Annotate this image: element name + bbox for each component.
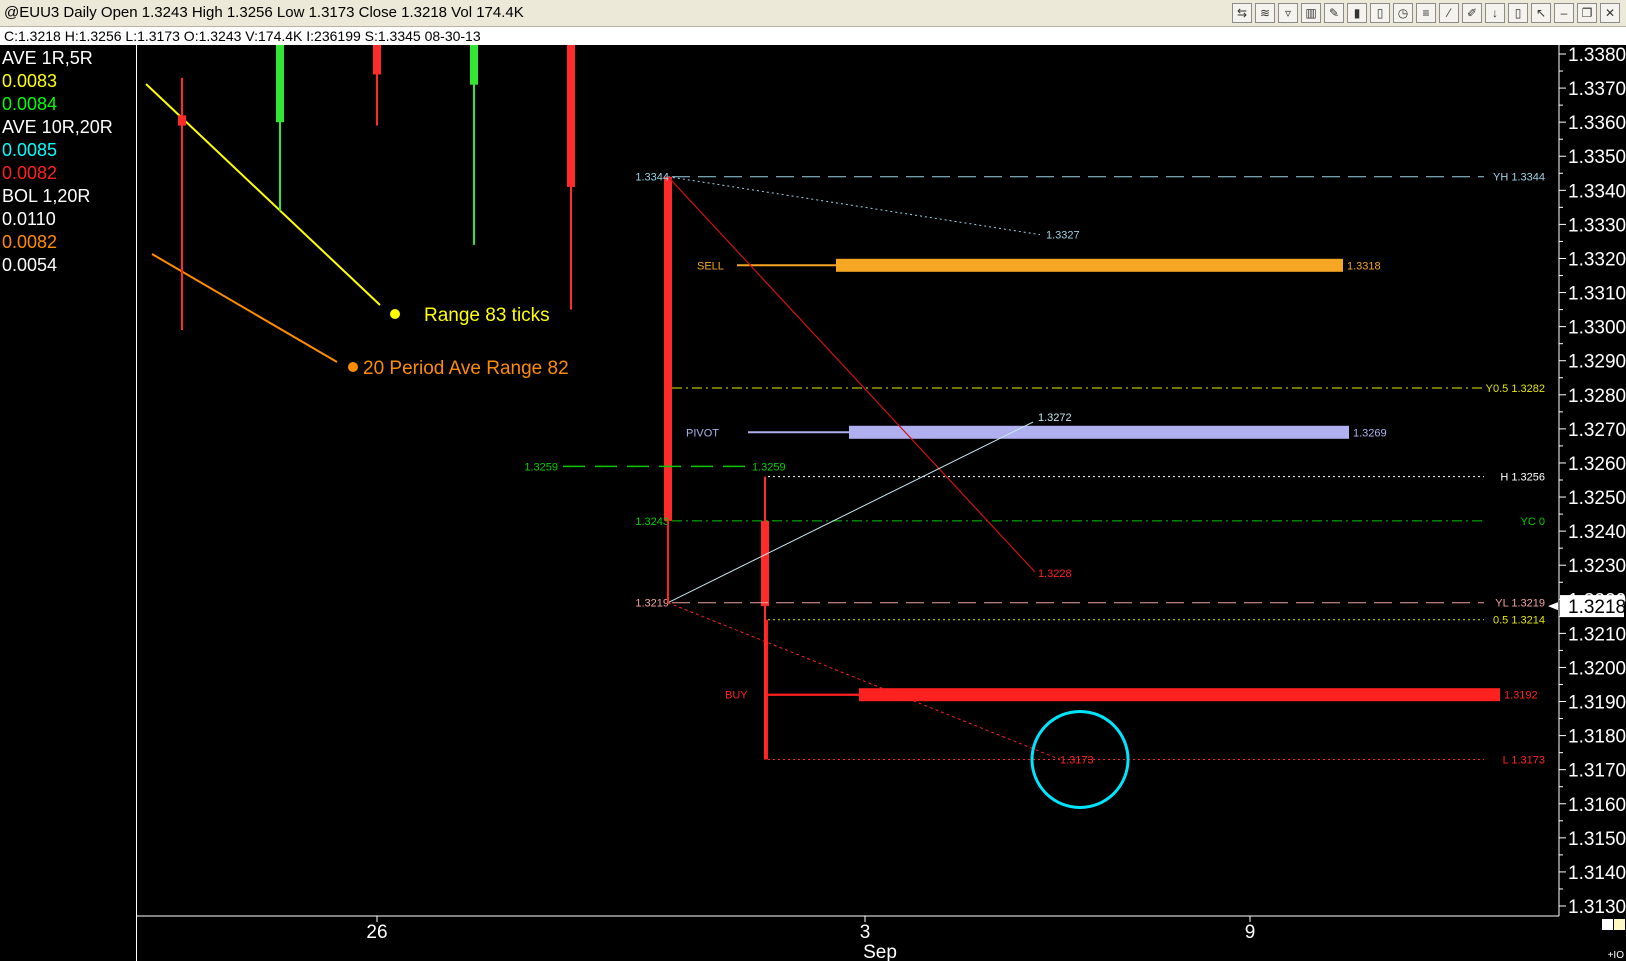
y-tick-label: 1.3160 <box>1568 795 1626 816</box>
current-price-arrow <box>1548 602 1558 611</box>
current-price-label: 1.3218 <box>1568 597 1626 618</box>
level-left-label-YC: 1.3243 <box>635 516 669 528</box>
zone-bar-buy <box>859 688 1500 702</box>
projection-label-red-dotted: 1.3173 <box>1060 754 1094 766</box>
y-tick-label: 1.3140 <box>1568 863 1626 884</box>
candle-body <box>178 115 186 126</box>
projection-label-white: 1.3327 <box>1046 230 1080 242</box>
zone-bar-sell <box>836 258 1343 272</box>
x-tick-label: 9 <box>1245 922 1256 943</box>
corner-label: +IO <box>1608 950 1625 961</box>
projection-label-cyan: 1.3272 <box>1038 412 1072 424</box>
y-tick-label: 1.3340 <box>1568 181 1626 202</box>
y-tick-label: 1.3260 <box>1568 454 1626 475</box>
projection-red-dotted <box>667 602 1061 760</box>
zone-label-buy: BUY <box>725 690 748 702</box>
zone-price-sell: 1.3318 <box>1347 260 1381 272</box>
y-tick-label: 1.3380 <box>1568 45 1626 66</box>
level-label-YL: YL 1.3219 <box>1495 598 1545 610</box>
annotation-range: Range 83 ticks <box>424 305 550 326</box>
y-tick-label: 1.3350 <box>1568 147 1626 168</box>
level-label-Y0.5: Y0.5 1.3282 <box>1486 383 1545 395</box>
projection-cyan-line <box>667 421 1034 604</box>
annotation-ave-range: 20 Period Ave Range 82 <box>363 358 569 379</box>
y-tick-label: 1.3300 <box>1568 318 1626 339</box>
green-level-left-label: 1.3259 <box>524 461 558 473</box>
x-month-label: Sep <box>863 942 897 961</box>
level-label-0.5: 0.5 1.3214 <box>1493 615 1545 627</box>
zone-label-pivot: PIVOT <box>686 427 719 439</box>
ave-range-line-orange <box>151 253 338 363</box>
annotation-dot-orange <box>348 362 358 372</box>
zone-price-pivot: 1.3269 <box>1353 427 1387 439</box>
level-label-L: L 1.3173 <box>1503 754 1545 766</box>
corner-box <box>1614 919 1625 930</box>
y-tick-label: 1.3330 <box>1568 215 1626 236</box>
y-tick-label: 1.3170 <box>1568 761 1626 782</box>
y-tick-label: 1.3180 <box>1568 727 1626 748</box>
y-tick-label: 1.3280 <box>1568 386 1626 407</box>
projection-dotted-white <box>667 176 1041 236</box>
y-tick-label: 1.3150 <box>1568 829 1626 850</box>
candle-body <box>470 45 478 85</box>
level-left-label-YH: 1.3344 <box>635 172 669 184</box>
x-tick-label: 26 <box>366 922 387 943</box>
y-tick-label: 1.3210 <box>1568 624 1626 645</box>
y-tick-label: 1.3360 <box>1568 113 1626 134</box>
zone-bar-pivot <box>849 425 1349 439</box>
y-tick-label: 1.3290 <box>1568 352 1626 373</box>
y-tick-label: 1.3320 <box>1568 249 1626 270</box>
price-chart[interactable]: 1.3380 1.3370 1.3360 1.3350 1.3340 1.3330 1.33… <box>0 0 1626 961</box>
y-tick-label: 1.3200 <box>1568 658 1626 679</box>
candle-body <box>276 45 284 123</box>
x-tick-label: 3 <box>860 922 871 943</box>
level-label-YH: YH 1.3344 <box>1493 172 1545 184</box>
level-left-label-YL: 1.3219 <box>635 598 669 610</box>
level-label-YC: YC 0 <box>1521 516 1545 528</box>
y-tick-label: 1.3270 <box>1568 420 1626 441</box>
y-tick-label: 1.3370 <box>1568 79 1626 100</box>
annotation-dot-yellow <box>390 309 400 319</box>
corner-box <box>1602 919 1613 930</box>
candle-body <box>664 176 672 521</box>
zone-label-sell: SELL <box>697 260 724 272</box>
y-tick-label: 1.3310 <box>1568 284 1626 305</box>
y-tick-label: 1.3250 <box>1568 488 1626 509</box>
y-tick-label: 1.3130 <box>1568 897 1626 918</box>
green-level-right-label: 1.3259 <box>752 461 786 473</box>
level-label-H: H 1.3256 <box>1500 472 1545 484</box>
projection-red-line <box>667 176 1036 573</box>
candle-body <box>761 520 769 607</box>
candle-body <box>567 45 575 187</box>
y-tick-label: 1.3230 <box>1568 556 1626 577</box>
candle-body <box>373 45 381 75</box>
y-tick-label: 1.3190 <box>1568 693 1626 714</box>
y-tick-label: 1.3240 <box>1568 522 1626 543</box>
projection-label-red: 1.3228 <box>1038 568 1072 580</box>
zone-price-buy: 1.3192 <box>1504 690 1538 702</box>
